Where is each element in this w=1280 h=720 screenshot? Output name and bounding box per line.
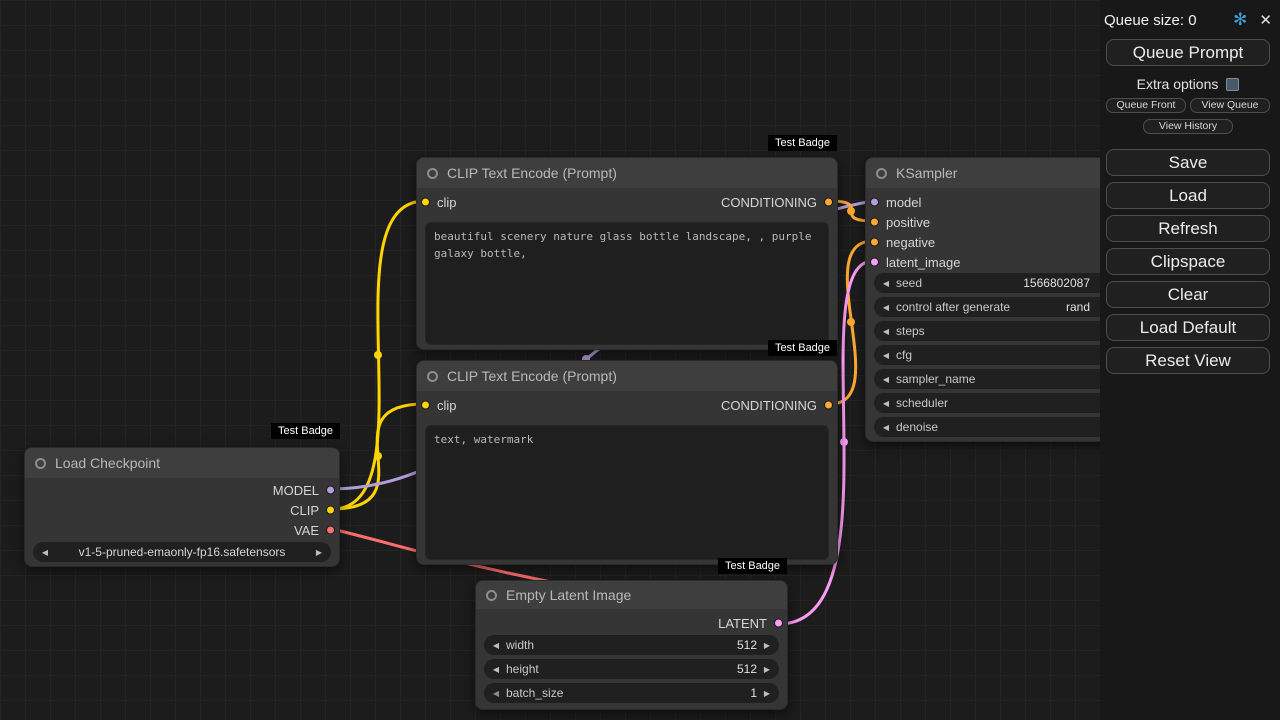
right-arrow-icon[interactable]: ▶ bbox=[761, 665, 773, 674]
node-load-checkpoint[interactable]: Load Checkpoint MODEL CLIP VAE ◀ v1-5-pr… bbox=[24, 447, 340, 567]
extra-options-label: Extra options bbox=[1136, 76, 1219, 92]
vae-output-port[interactable] bbox=[326, 525, 335, 535]
collapse-dot-icon[interactable] bbox=[486, 589, 497, 601]
queue-prompt-button[interactable]: Queue Prompt bbox=[1106, 39, 1270, 66]
extra-options-row: Extra options bbox=[1104, 76, 1272, 92]
left-arrow-icon[interactable]: ◀ bbox=[880, 279, 892, 288]
positive-input-port[interactable] bbox=[870, 217, 879, 227]
output-model: MODEL bbox=[25, 480, 339, 500]
conditioning-output-port[interactable] bbox=[824, 197, 833, 207]
refresh-button[interactable]: Refresh bbox=[1106, 215, 1270, 242]
ckpt-name-widget[interactable]: ◀ v1-5-pruned-emaonly-fp16.safetensors ▶ bbox=[33, 542, 331, 562]
left-arrow-icon[interactable]: ◀ bbox=[490, 689, 502, 698]
node-title: KSampler bbox=[896, 165, 958, 181]
collapse-dot-icon[interactable] bbox=[427, 370, 438, 382]
positive-prompt-text[interactable]: beautiful scenery nature glass bottle la… bbox=[425, 222, 829, 345]
left-arrow-icon[interactable]: ◀ bbox=[490, 665, 502, 674]
link-dot bbox=[374, 351, 382, 359]
latent-input-port[interactable] bbox=[870, 257, 879, 267]
clip-output-port[interactable] bbox=[326, 505, 335, 515]
model-output-port[interactable] bbox=[326, 485, 335, 495]
settings-gear-icon[interactable]: ✻ bbox=[1233, 10, 1247, 30]
slot-row: clip CONDITIONING bbox=[417, 188, 837, 216]
node-header[interactable]: Empty Latent Image bbox=[476, 581, 787, 609]
link-dot bbox=[840, 438, 848, 446]
left-arrow-icon[interactable]: ◀ bbox=[880, 327, 892, 336]
link-dot bbox=[847, 207, 855, 215]
negative-prompt-text[interactable]: text, watermark bbox=[425, 425, 829, 560]
node-clip-text-encode-negative[interactable]: CLIP Text Encode (Prompt) clip CONDITION… bbox=[416, 360, 838, 565]
slot-row: clip CONDITIONING bbox=[417, 391, 837, 419]
left-arrow-icon[interactable]: ◀ bbox=[490, 641, 502, 650]
queue-front-button[interactable]: Queue Front bbox=[1106, 98, 1186, 113]
node-title: CLIP Text Encode (Prompt) bbox=[447, 368, 617, 384]
left-arrow-icon[interactable]: ◀ bbox=[880, 399, 892, 408]
model-input-port[interactable] bbox=[870, 197, 879, 207]
left-arrow-icon[interactable]: ◀ bbox=[880, 351, 892, 360]
width-widget[interactable]: ◀ width 512 ▶ bbox=[484, 635, 779, 655]
queue-actions-row: Queue Front View Queue bbox=[1104, 98, 1272, 113]
clipspace-button[interactable]: Clipspace bbox=[1106, 248, 1270, 275]
clear-button[interactable]: Clear bbox=[1106, 281, 1270, 308]
node-title: Empty Latent Image bbox=[506, 587, 632, 603]
test-badge: Test Badge bbox=[768, 340, 838, 356]
latent-output-port[interactable] bbox=[774, 618, 783, 628]
queue-size-label: Queue size: 0 bbox=[1104, 11, 1197, 29]
right-arrow-icon[interactable]: ▶ bbox=[761, 641, 773, 650]
collapse-dot-icon[interactable] bbox=[876, 167, 887, 179]
left-arrow-icon[interactable]: ◀ bbox=[880, 375, 892, 384]
test-badge: Test Badge bbox=[768, 135, 838, 151]
extra-options-checkbox[interactable] bbox=[1226, 77, 1240, 91]
collapse-dot-icon[interactable] bbox=[427, 167, 438, 179]
link-dot bbox=[847, 318, 855, 326]
collapse-dot-icon[interactable] bbox=[35, 457, 46, 469]
load-button[interactable]: Load bbox=[1106, 182, 1270, 209]
height-widget[interactable]: ◀ height 512 ▶ bbox=[484, 659, 779, 679]
output-clip: CLIP bbox=[25, 500, 339, 520]
node-header[interactable]: Load Checkpoint bbox=[25, 448, 339, 478]
save-button[interactable]: Save bbox=[1106, 149, 1270, 176]
output-vae: VAE bbox=[25, 520, 339, 540]
node-title: Load Checkpoint bbox=[55, 455, 161, 471]
close-icon[interactable]: ✕ bbox=[1259, 11, 1272, 29]
left-arrow-icon[interactable]: ◀ bbox=[880, 423, 892, 432]
test-badge: Test Badge bbox=[718, 558, 788, 574]
node-header[interactable]: CLIP Text Encode (Prompt) bbox=[417, 361, 837, 391]
right-arrow-icon[interactable]: ▶ bbox=[313, 548, 325, 557]
load-default-button[interactable]: Load Default bbox=[1106, 314, 1270, 341]
left-arrow-icon[interactable]: ◀ bbox=[880, 303, 892, 312]
node-header[interactable]: CLIP Text Encode (Prompt) bbox=[417, 158, 837, 188]
clip-input-port[interactable] bbox=[421, 197, 430, 207]
reset-view-button[interactable]: Reset View bbox=[1106, 347, 1270, 374]
right-arrow-icon[interactable]: ▶ bbox=[761, 689, 773, 698]
link-dot bbox=[374, 452, 382, 460]
left-arrow-icon[interactable]: ◀ bbox=[39, 548, 51, 557]
node-empty-latent-image[interactable]: Empty Latent Image LATENT ◀ width 512 ▶ … bbox=[475, 580, 788, 710]
node-clip-text-encode-positive[interactable]: CLIP Text Encode (Prompt) clip CONDITION… bbox=[416, 157, 838, 350]
conditioning-output-port[interactable] bbox=[824, 400, 833, 410]
menu-top-row: Queue size: 0 ✻ ✕ bbox=[1104, 10, 1272, 30]
view-queue-button[interactable]: View Queue bbox=[1190, 98, 1270, 113]
node-graph-canvas[interactable]: Load Checkpoint MODEL CLIP VAE ◀ v1-5-pr… bbox=[0, 0, 1280, 720]
test-badge: Test Badge bbox=[271, 423, 341, 439]
batch-size-widget[interactable]: ◀ batch_size 1 ▶ bbox=[484, 683, 779, 703]
comfy-menu-panel: Queue size: 0 ✻ ✕ Queue Prompt Extra opt… bbox=[1100, 0, 1280, 720]
clip-input-port[interactable] bbox=[421, 400, 430, 410]
negative-input-port[interactable] bbox=[870, 237, 879, 247]
output-latent: LATENT bbox=[476, 613, 787, 633]
node-title: CLIP Text Encode (Prompt) bbox=[447, 165, 617, 181]
view-history-button[interactable]: View History bbox=[1143, 119, 1233, 134]
